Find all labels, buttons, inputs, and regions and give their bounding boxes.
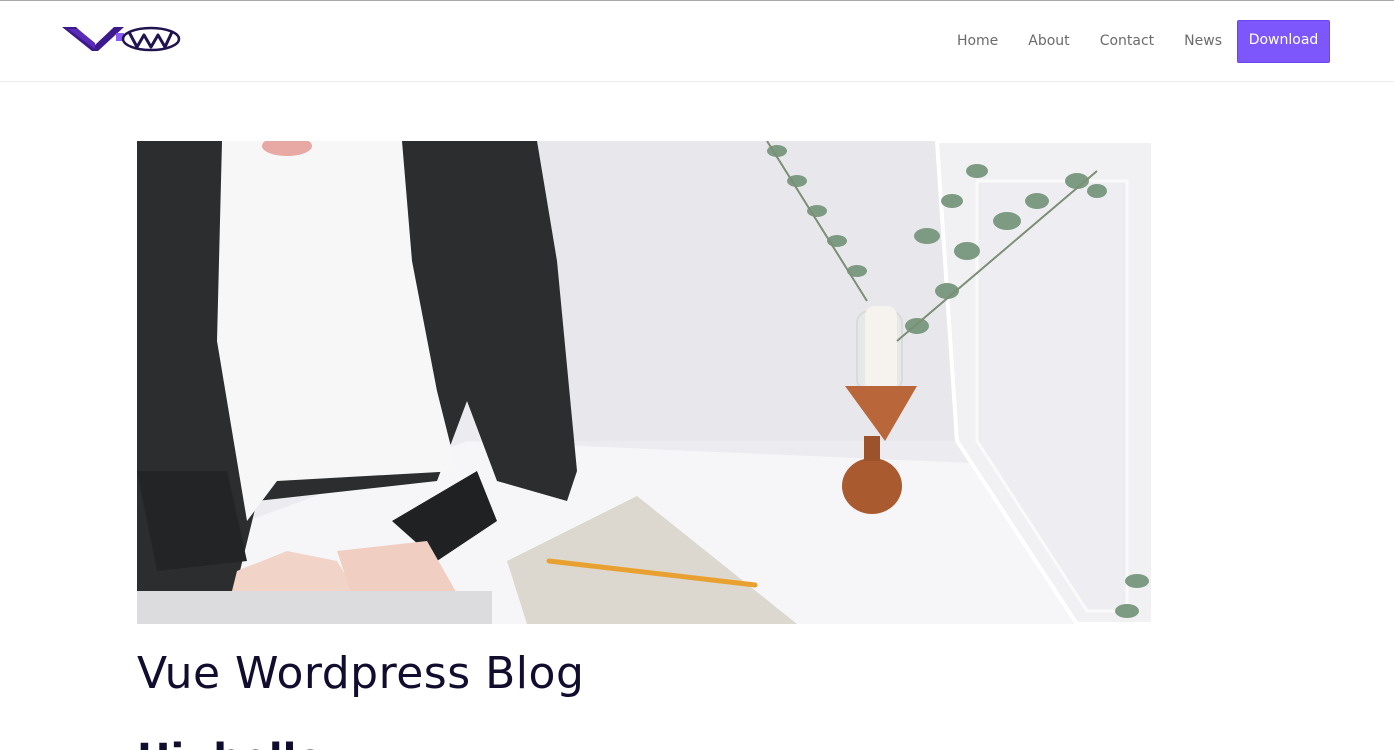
main-nav: Home About Contact News Download (957, 19, 1330, 63)
post-title: Vue Wordpress Blog (137, 648, 585, 699)
site-logo[interactable] (62, 23, 182, 53)
nav-news[interactable]: News (1184, 19, 1222, 63)
post-subheading: Hi, hello (137, 736, 324, 750)
hero-image (137, 141, 1153, 624)
nav-home[interactable]: Home (957, 19, 998, 63)
hero-photo (137, 141, 1153, 624)
vw-logo-icon (62, 26, 181, 52)
nav-about[interactable]: About (1028, 19, 1069, 63)
download-button[interactable]: Download (1237, 19, 1330, 63)
nav-contact[interactable]: Contact (1100, 19, 1154, 63)
top-navbar: Home About Contact News Download (0, 1, 1394, 82)
